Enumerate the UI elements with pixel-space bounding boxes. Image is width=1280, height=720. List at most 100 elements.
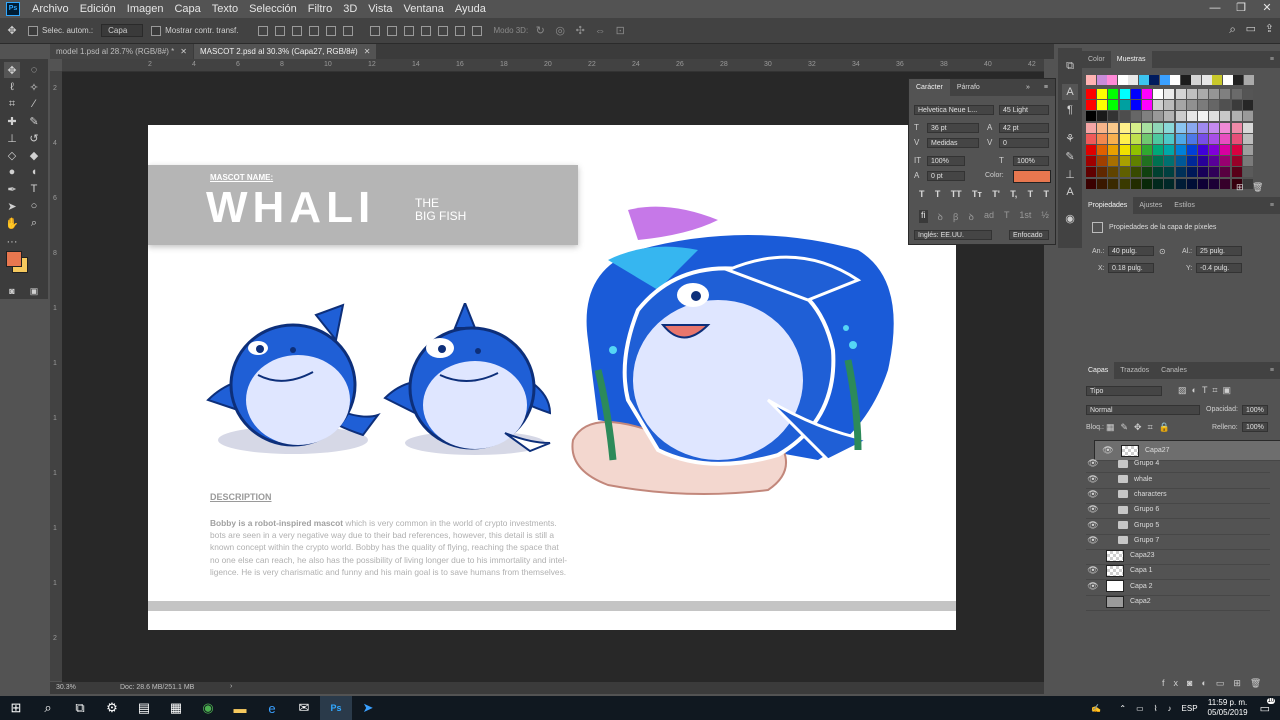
color-swatch[interactable] [1186,133,1197,144]
color-swatch[interactable] [1175,145,1186,155]
distribute-left-icon[interactable] [420,25,431,36]
visibility-eye-icon[interactable]: 👁 [1086,489,1100,500]
status-arrow-icon[interactable]: › [230,683,232,690]
color-swatch[interactable] [1153,111,1164,122]
menu-vista[interactable]: Vista [368,3,392,15]
width-field[interactable]: 40 pulg. [1108,246,1154,256]
color-swatch[interactable] [1108,156,1119,167]
color-swatch[interactable] [1186,100,1197,111]
color-swatch[interactable] [1191,75,1201,85]
text-color-swatch[interactable] [1013,170,1051,183]
color-swatch[interactable] [1231,111,1242,122]
color-swatch[interactable] [1119,89,1130,99]
clone-stamp-icon[interactable]: ⊥ [4,130,20,146]
color-swatch[interactable] [1130,178,1141,189]
color-swatch[interactable] [1130,133,1141,144]
blend-mode-select[interactable]: Normal [1086,405,1200,415]
color-swatch[interactable] [1220,89,1231,99]
color-swatch[interactable] [1153,156,1164,167]
color-swatch[interactable] [1175,167,1186,178]
color-swatch[interactable] [1186,178,1197,189]
color-swatch[interactable] [1220,111,1231,122]
panel-menu-icon[interactable]: ≡ [1037,84,1055,91]
color-swatch[interactable] [1186,89,1197,99]
lock-icons[interactable]: ▦✎✥⌗🔒 [1106,422,1176,433]
color-swatch[interactable] [1119,178,1130,189]
auto-select-dropdown[interactable]: Capa [101,24,144,37]
link-dimensions-icon[interactable]: ⊙ [1159,247,1166,256]
foreground-color-swatch[interactable] [6,251,22,267]
type-tool-icon[interactable]: T [26,181,42,197]
color-swatch[interactable] [1153,122,1164,133]
color-swatch[interactable] [1233,75,1243,85]
color-swatch[interactable] [1175,133,1186,144]
menu-seleccion[interactable]: Selección [249,3,297,15]
opacity-field[interactable]: 100% [1242,405,1268,415]
x-field[interactable]: 0.18 pulg. [1108,263,1154,273]
auto-select-checkbox[interactable] [28,25,38,36]
zoom-tool-icon[interactable]: ⌕ [26,215,42,231]
color-swatch[interactable] [1209,133,1220,144]
visibility-eye-icon[interactable]: 👁 [1086,504,1100,515]
menu-ayuda[interactable]: Ayuda [455,3,486,15]
color-swatch[interactable] [1119,111,1130,122]
leading-field[interactable]: 42 pt [999,123,1049,133]
menu-capa[interactable]: Capa [174,3,200,15]
color-swatch[interactable] [1242,133,1253,144]
color-swatch[interactable] [1159,75,1170,85]
menu-texto[interactable]: Texto [212,3,238,15]
color-swatch[interactable] [1212,75,1222,85]
workspace-icon[interactable]: ▭ [1246,22,1256,35]
distribute-top-icon[interactable] [369,25,380,36]
color-swatch[interactable] [1220,122,1231,133]
color-swatch[interactable] [1175,178,1186,189]
layer-actions[interactable]: fx◙◐▭⊞🗑 [1162,678,1270,689]
layer-filter-select[interactable]: Tipo [1086,386,1162,396]
collapse-icon[interactable]: » [1019,84,1037,91]
healing-brush-icon[interactable]: ✚ [4,113,20,129]
color-swatch[interactable] [1164,111,1175,122]
stylistic-icon[interactable]: ꝺ [969,210,974,223]
font-style-select[interactable]: 45 Light [999,105,1049,115]
show-transform-checkbox[interactable] [151,25,162,36]
mail-icon[interactable]: ✉ [288,696,320,720]
tab-caracter[interactable]: Carácter [909,79,950,96]
magic-wand-icon[interactable]: ✧ [26,79,42,95]
visibility-eye-icon[interactable]: 👁 [1086,535,1100,546]
faux-italic-button[interactable]: T [935,189,941,199]
color-swatch[interactable] [1198,145,1208,155]
color-swatch[interactable] [1119,145,1130,155]
color-swatch[interactable] [1231,145,1242,155]
history-brush-icon[interactable]: ↺ [26,130,42,146]
close-icon[interactable]: ✕ [1254,0,1280,17]
color-swatch[interactable] [1119,133,1130,144]
color-swatch[interactable] [1153,178,1164,189]
color-swatch[interactable] [1142,133,1152,144]
color-swatch[interactable] [1220,156,1231,167]
color-swatch[interactable] [1186,145,1197,155]
color-swatch[interactable] [1130,111,1141,122]
color-swatch[interactable] [1242,145,1253,155]
color-swatch[interactable] [1097,178,1108,189]
more-tools-icon[interactable]: ··· [4,234,20,250]
tab-propiedades[interactable]: Propiedades [1082,197,1134,214]
fill-field[interactable]: 100% [1242,422,1268,432]
screen-mode-icon[interactable]: ▣ [26,283,42,299]
color-swatch[interactable] [1209,145,1220,155]
color-swatch[interactable] [1198,178,1208,189]
chrome-icon[interactable]: ◉ [192,696,224,720]
color-swatch[interactable] [1108,100,1119,111]
marquee-tool-icon[interactable]: ◌ [26,62,42,78]
color-swatch[interactable] [1097,111,1108,122]
color-swatch[interactable] [1142,145,1152,155]
distribute-bottom-icon[interactable] [403,25,414,36]
task-view-icon[interactable]: ⧉ [64,696,96,720]
color-swatch[interactable] [1220,145,1231,155]
tab-capas[interactable]: Capas [1082,362,1115,379]
eyedropper-icon[interactable]: ⁄ [26,96,42,112]
zoom-level[interactable]: 30.3% [56,684,76,691]
visibility-eye-icon[interactable]: 👁 [1086,474,1100,485]
color-swatch[interactable] [1186,156,1197,167]
color-swatch[interactable] [1153,89,1164,99]
antialias-select[interactable]: Enfocado [1009,230,1049,240]
